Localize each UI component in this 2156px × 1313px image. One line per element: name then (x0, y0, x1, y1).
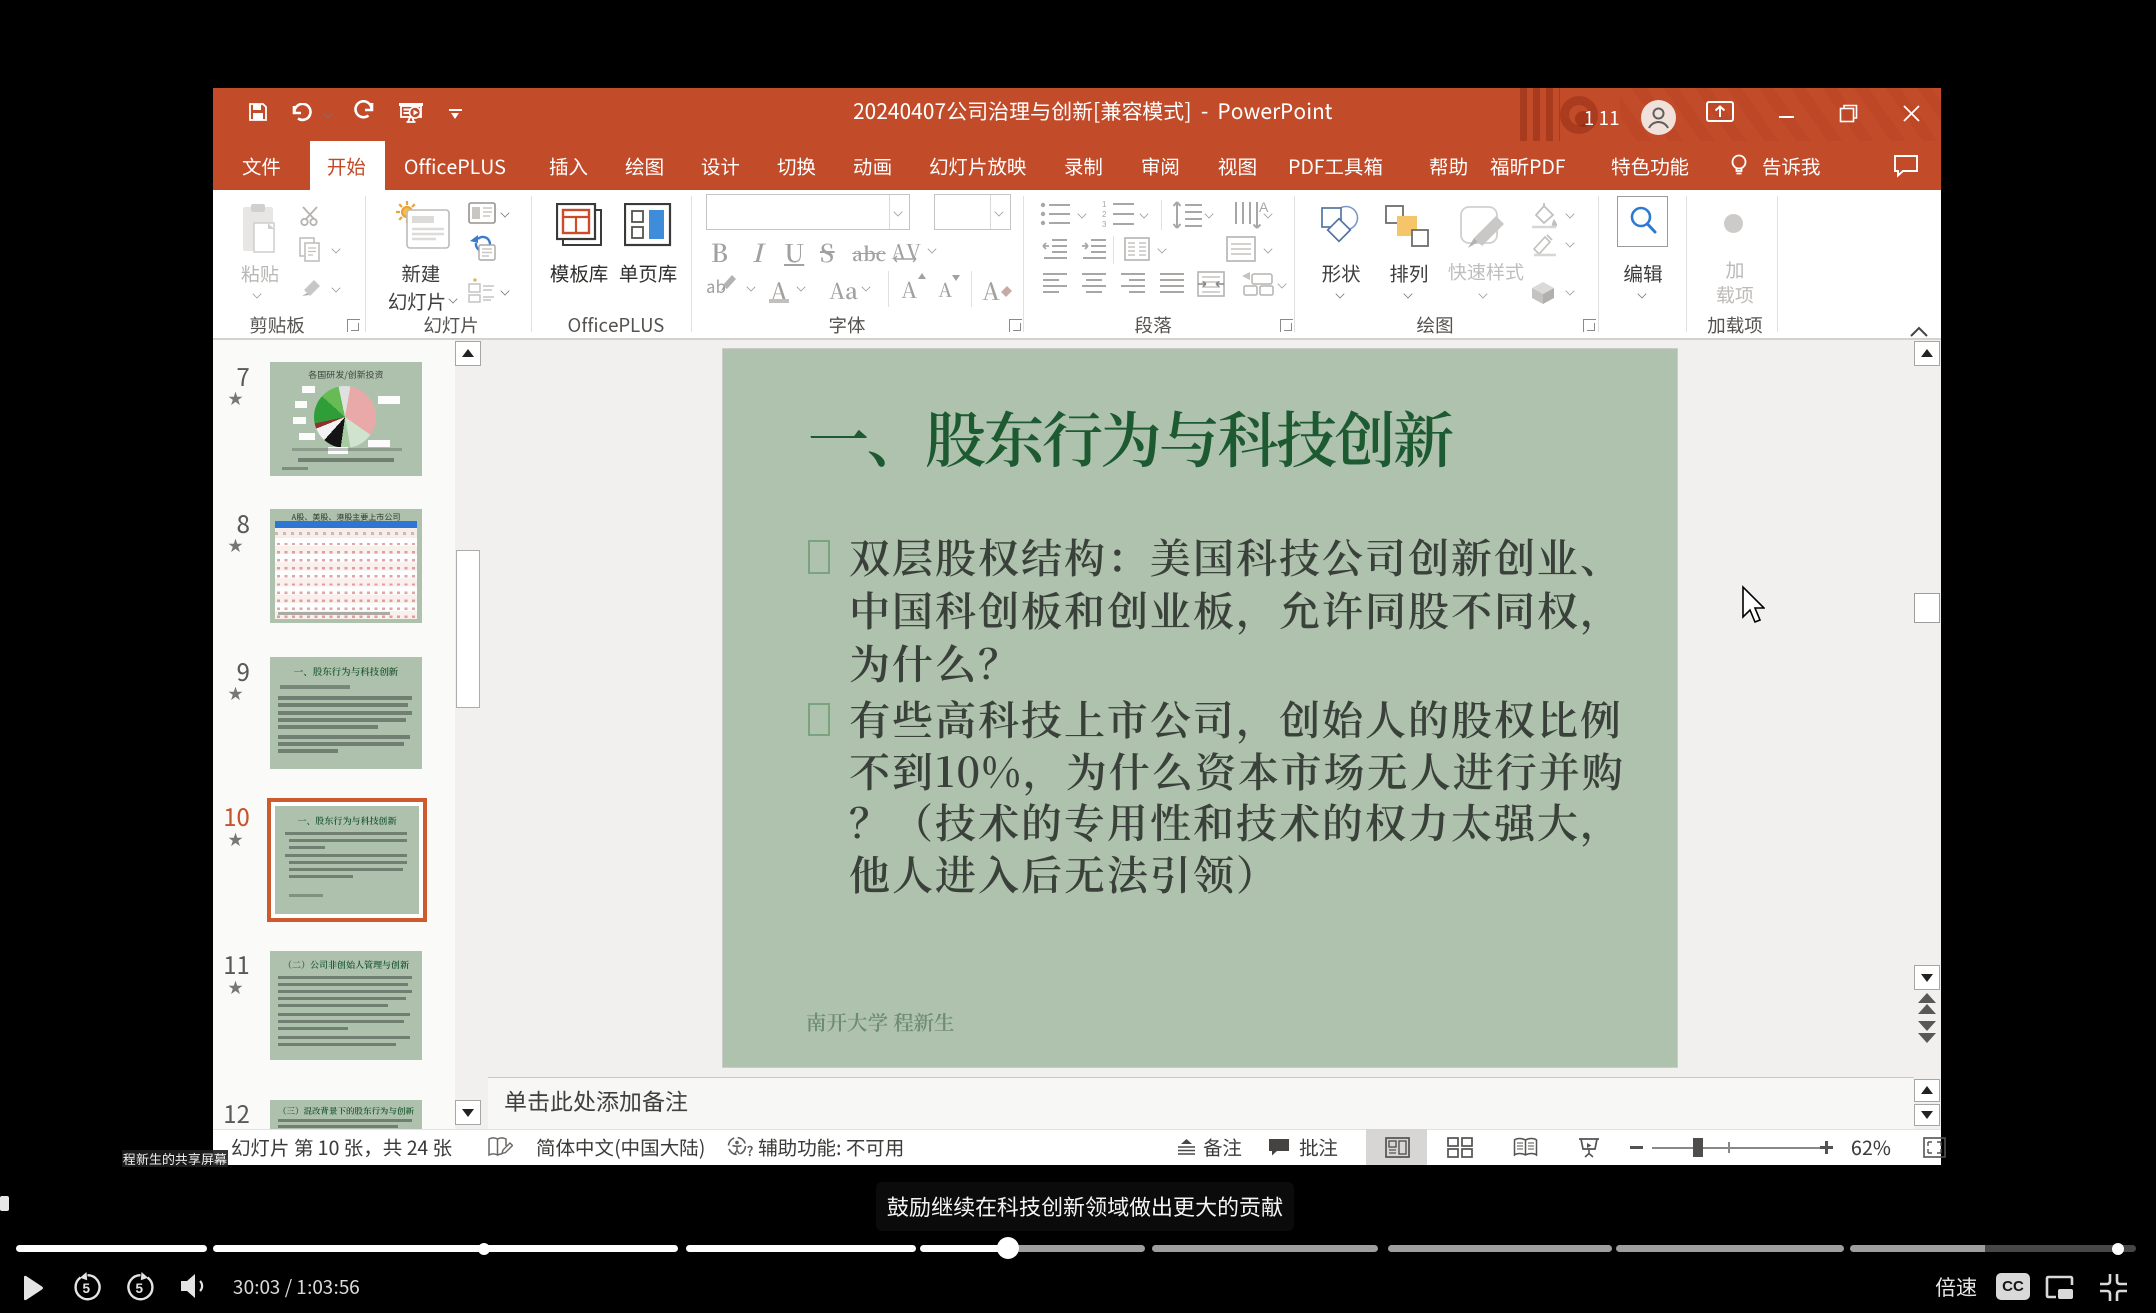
svg-text:3: 3 (1102, 220, 1107, 229)
svg-text:1: 1 (1102, 200, 1107, 209)
svg-text:5: 5 (83, 1281, 91, 1296)
svg-text:5: 5 (136, 1281, 144, 1296)
svg-text:2: 2 (1102, 210, 1107, 219)
